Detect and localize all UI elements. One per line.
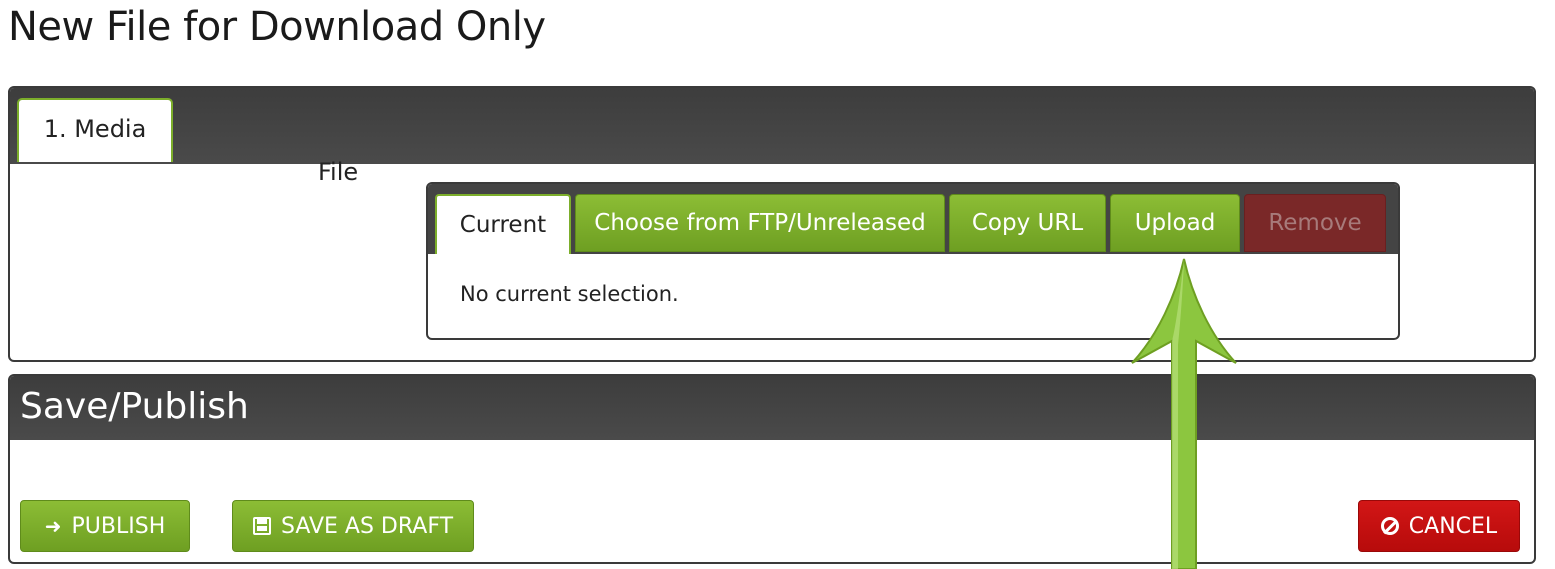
save-publish-panel: Save/Publish ➜ PUBLISH SAVE AS DRAFT CAN… [8, 374, 1536, 564]
file-field-label: File [318, 158, 359, 186]
upload-button[interactable]: Upload [1110, 194, 1240, 252]
publish-button[interactable]: ➜ PUBLISH [20, 500, 190, 552]
remove-button[interactable]: Remove [1244, 194, 1386, 252]
save-publish-header: Save/Publish [10, 376, 1534, 440]
save-draft-label: SAVE AS DRAFT [280, 513, 454, 539]
cancel-label: CANCEL [1408, 513, 1498, 539]
arrow-right-icon: ➜ [44, 514, 62, 538]
file-selector-widget: Current Choose from FTP/Unreleased Copy … [426, 182, 1400, 340]
tab-media[interactable]: 1. Media [17, 98, 173, 162]
choose-ftp-button[interactable]: Choose from FTP/Unreleased [575, 194, 945, 252]
current-selection-text: No current selection. [460, 282, 679, 306]
publish-label: PUBLISH [71, 513, 166, 539]
tab-current[interactable]: Current [435, 194, 571, 254]
file-selector-tabbar: Current Choose from FTP/Unreleased Copy … [428, 184, 1398, 254]
media-panel-header: 1. Media [10, 88, 1534, 164]
ban-icon [1380, 517, 1399, 535]
copy-url-button[interactable]: Copy URL [949, 194, 1106, 252]
save-publish-title: Save/Publish [20, 386, 249, 427]
floppy-disk-icon [252, 517, 271, 535]
save-draft-button[interactable]: SAVE AS DRAFT [232, 500, 474, 552]
cancel-button[interactable]: CANCEL [1358, 500, 1520, 552]
page-title: New File for Download Only [8, 4, 546, 50]
